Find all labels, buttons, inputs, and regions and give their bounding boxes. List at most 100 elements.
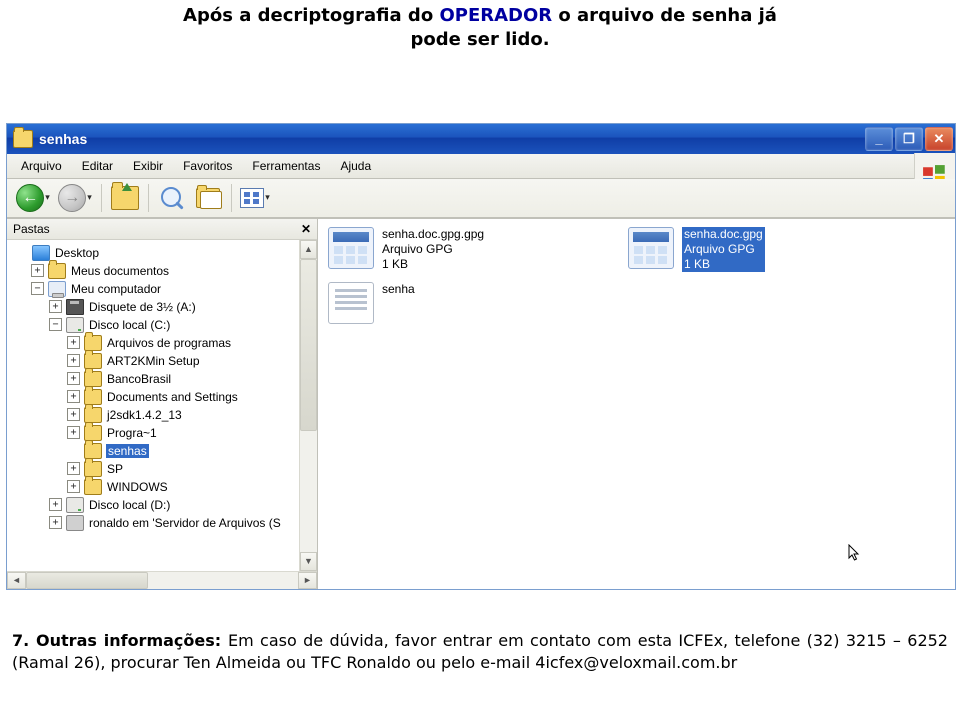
folders-button[interactable]	[191, 181, 225, 215]
expand-toggle[interactable]: +	[67, 426, 80, 439]
expand-toggle[interactable]: +	[49, 300, 62, 313]
search-icon	[159, 185, 185, 211]
tree-node[interactable]: − Disco local (C:)	[9, 316, 317, 334]
scroll-right-button[interactable]: ►	[298, 572, 317, 589]
expand-toggle	[67, 444, 80, 457]
separator	[231, 184, 232, 212]
file-thumb-icon	[328, 282, 374, 324]
tree-node[interactable]: + Arquivos de programas	[9, 334, 317, 352]
up-button[interactable]	[108, 181, 142, 215]
folder-icon	[13, 130, 33, 148]
expand-toggle	[15, 246, 28, 259]
scroll-thumb[interactable]	[300, 259, 317, 431]
separator	[101, 184, 102, 212]
tree-label: ronaldo em 'Servidor de Arquivos (S	[88, 516, 282, 530]
menu-arquivo[interactable]: Arquivo	[11, 155, 72, 177]
expand-toggle[interactable]: +	[67, 336, 80, 349]
tree-node[interactable]: + Meus documentos	[9, 262, 317, 280]
doc-heading: Após a decriptografia do OPERADOR o arqu…	[0, 4, 960, 53]
file-list[interactable]: senha.doc.gpg.gpgArquivo GPG1 KB senha.do…	[318, 219, 955, 589]
tree-label: Desktop	[54, 246, 100, 260]
forward-button[interactable]: →▾	[55, 181, 95, 215]
tree-label: Meu computador	[70, 282, 162, 296]
expand-toggle[interactable]: +	[49, 516, 62, 529]
tree-node[interactable]: senhas	[9, 442, 317, 460]
tree-label: Meus documentos	[70, 264, 170, 278]
back-button[interactable]: ←▾	[13, 181, 53, 215]
menu-ferramentas[interactable]: Ferramentas	[242, 155, 330, 177]
tree-label: Disquete de 3½ (A:)	[88, 300, 197, 314]
folder-icon	[84, 389, 102, 405]
tree-node[interactable]: + ronaldo em 'Servidor de Arquivos (S	[9, 514, 317, 532]
expand-toggle[interactable]: −	[31, 282, 44, 295]
file-item[interactable]: senha	[328, 282, 598, 324]
expand-toggle[interactable]: +	[67, 408, 80, 421]
scroll-thumb[interactable]	[26, 572, 148, 589]
folder-tree[interactable]: Desktop + Meus documentos − Meu computador + D…	[7, 240, 317, 571]
chevron-down-icon: ▾	[87, 192, 92, 203]
explorer-window: senhas _ ❐ ✕ Arquivo Editar Exibir Favor…	[6, 123, 956, 590]
file-thumb-icon	[328, 227, 374, 269]
expand-toggle[interactable]: +	[31, 264, 44, 277]
folder-icon	[84, 425, 102, 441]
scroll-up-button[interactable]: ▲	[300, 240, 317, 259]
tree-node[interactable]: + WINDOWS	[9, 478, 317, 496]
horizontal-scrollbar[interactable]: ◄ ►	[7, 571, 317, 589]
tree-node[interactable]: Desktop	[9, 244, 317, 262]
folders-header: Pastas	[13, 222, 50, 236]
expand-toggle[interactable]: +	[67, 480, 80, 493]
tree-node[interactable]: +Progra~1	[9, 424, 317, 442]
expand-toggle[interactable]: +	[67, 354, 80, 367]
folders-icon	[196, 188, 220, 208]
title-bar[interactable]: senhas _ ❐ ✕	[7, 124, 955, 154]
file-info: senha.doc.gpgArquivo GPG1 KB	[682, 227, 765, 272]
tree-node[interactable]: +ART2KMin Setup	[9, 352, 317, 370]
window-title: senhas	[39, 131, 865, 147]
tree-label: j2sdk1.4.2_13	[106, 408, 183, 422]
tree-label: WINDOWS	[106, 480, 169, 494]
menu-favoritos[interactable]: Favoritos	[173, 155, 242, 177]
tree-label: BancoBrasil	[106, 372, 172, 386]
close-button[interactable]: ✕	[925, 127, 953, 151]
tree-label: SP	[106, 462, 124, 476]
tree-node[interactable]: + Documents and Settings	[9, 388, 317, 406]
floppy-icon	[66, 299, 84, 315]
expand-toggle[interactable]: −	[49, 318, 62, 331]
views-button[interactable]: ▾	[238, 181, 272, 215]
menu-exibir[interactable]: Exibir	[123, 155, 173, 177]
tree-label: Disco local (C:)	[88, 318, 171, 332]
folder-icon	[84, 353, 102, 369]
folder-icon	[84, 461, 102, 477]
tree-node[interactable]: + Disco local (D:)	[9, 496, 317, 514]
file-info: senha.doc.gpg.gpgArquivo GPG1 KB	[382, 227, 484, 272]
maximize-button[interactable]: ❐	[895, 127, 923, 151]
file-item[interactable]: senha.doc.gpgArquivo GPG1 KB	[628, 227, 898, 272]
expand-toggle[interactable]: +	[67, 462, 80, 475]
tree-node[interactable]: + j2sdk1.4.2_13	[9, 406, 317, 424]
file-thumb-icon	[628, 227, 674, 269]
folders-close-button[interactable]: ✕	[301, 222, 311, 236]
menu-editar[interactable]: Editar	[72, 155, 123, 177]
file-item[interactable]: senha.doc.gpg.gpgArquivo GPG1 KB	[328, 227, 598, 272]
expand-toggle[interactable]: +	[67, 390, 80, 403]
scroll-left-button[interactable]: ◄	[7, 572, 26, 589]
tree-label: Arquivos de programas	[106, 336, 232, 350]
menu-ajuda[interactable]: Ajuda	[330, 155, 381, 177]
folder-icon	[84, 407, 102, 423]
tree-node[interactable]: + BancoBrasil	[9, 370, 317, 388]
tree-label: Documents and Settings	[106, 390, 239, 404]
tree-node[interactable]: + SP	[9, 460, 317, 478]
minimize-button[interactable]: _	[865, 127, 893, 151]
tree-node[interactable]: − Meu computador	[9, 280, 317, 298]
expand-toggle[interactable]: +	[49, 498, 62, 511]
scanner-icon	[66, 515, 84, 531]
scroll-down-button[interactable]: ▼	[300, 552, 317, 571]
vertical-scrollbar[interactable]: ▲ ▼	[299, 240, 317, 571]
expand-toggle[interactable]: +	[67, 372, 80, 385]
folder-icon	[84, 371, 102, 387]
tree-node[interactable]: + Disquete de 3½ (A:)	[9, 298, 317, 316]
search-button[interactable]	[155, 181, 189, 215]
chevron-down-icon: ▾	[45, 192, 50, 203]
disk-icon	[66, 497, 84, 513]
tree-label: Disco local (D:)	[88, 498, 171, 512]
